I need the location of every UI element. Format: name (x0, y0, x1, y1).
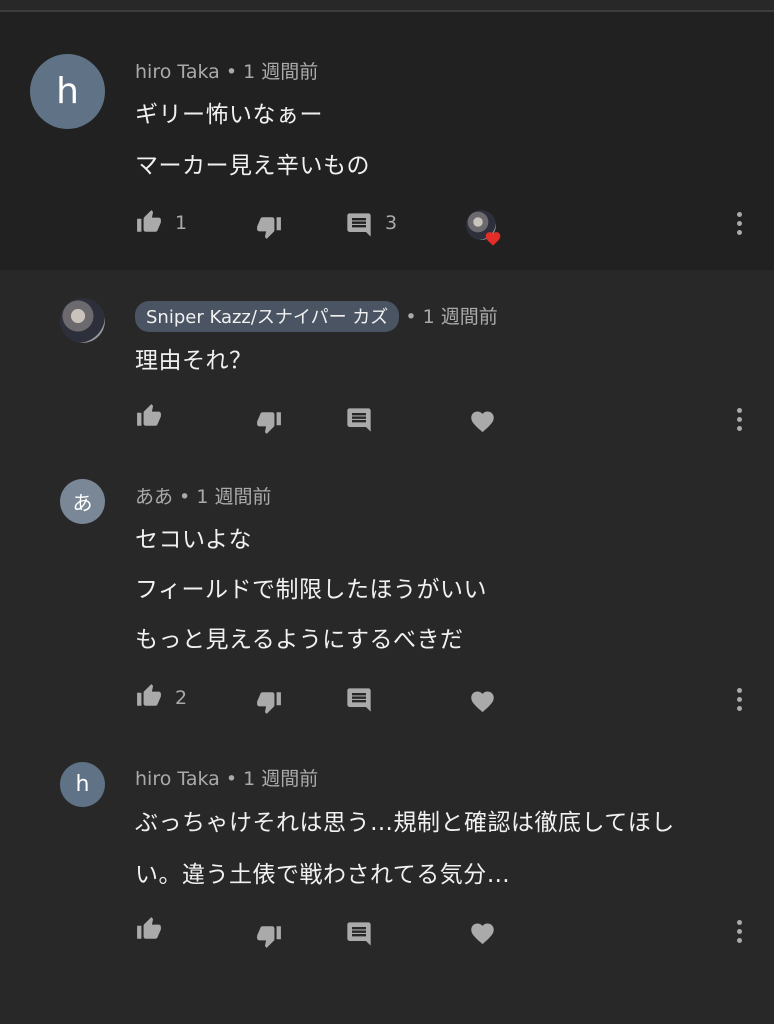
comment-icon (347, 922, 371, 946)
comment-text-line: マーカー見え辛いもの (135, 153, 370, 179)
thumbs-up-icon (137, 210, 161, 232)
heart-icon (485, 232, 501, 246)
comment-text-line: 理由それ？ (135, 348, 253, 374)
avatar[interactable]: h (60, 762, 105, 807)
author-name[interactable]: ああ (135, 486, 173, 508)
more-options-button[interactable] (735, 408, 743, 434)
timestamp[interactable]: 1 週間前 (423, 306, 498, 328)
comment-text-line: セコいよな (135, 527, 253, 553)
heart-icon (470, 411, 494, 432)
avatar[interactable]: h (30, 54, 105, 129)
heart-button[interactable] (467, 405, 497, 435)
heart-button[interactable] (467, 685, 497, 715)
reply-button[interactable] (344, 919, 374, 949)
avatar-letter: h (75, 772, 90, 797)
thumbs-down-icon (257, 217, 281, 239)
dislike-button[interactable] (254, 921, 284, 951)
separator: • (399, 306, 423, 328)
more-options-button[interactable] (735, 688, 743, 714)
comment-meta: hiro Taka • 1 週間前 (135, 764, 318, 791)
thumbs-down-icon (257, 692, 281, 714)
reply-button[interactable] (344, 210, 374, 240)
comment-text-line: ギリー怖いなぁー (135, 102, 323, 128)
timestamp[interactable]: 1 週間前 (196, 486, 271, 508)
dislike-button[interactable] (254, 687, 284, 717)
comment-meta: Sniper Kazz/スナイパー カズ • 1 週間前 (135, 301, 498, 332)
comment-meta: hiro Taka • 1 週間前 (135, 57, 318, 84)
like-button[interactable] (134, 914, 164, 944)
separator: • (173, 486, 197, 508)
reply-button[interactable] (344, 685, 374, 715)
avatar[interactable] (60, 298, 105, 343)
thumbs-up-icon (137, 684, 161, 706)
thumbs-down-icon (257, 412, 281, 434)
author-name[interactable]: hiro Taka (135, 61, 220, 83)
comment-text-line: ぶっちゃけそれは思う…規制と確認は徹底してほし (135, 810, 675, 836)
reply-button[interactable] (344, 405, 374, 435)
separator: • (219, 768, 244, 790)
thumbs-up-icon (137, 917, 161, 939)
avatar-letter: h (56, 71, 79, 112)
dislike-button[interactable] (254, 407, 284, 437)
like-button[interactable] (134, 207, 164, 237)
comment-text-line: い。違う土俵で戦わされてる気分… (135, 862, 511, 888)
comment-meta: ああ • 1 週間前 (135, 482, 271, 509)
like-button[interactable] (134, 401, 164, 431)
like-count: 1 (175, 212, 188, 234)
comment-icon (347, 688, 371, 712)
top-divider (0, 0, 774, 12)
author-name[interactable]: hiro Taka (135, 768, 220, 790)
avatar[interactable]: あ (60, 479, 105, 524)
heart-icon (470, 691, 494, 712)
reply-count: 3 (385, 212, 398, 234)
heart-button[interactable] (467, 917, 497, 947)
dislike-button[interactable] (254, 212, 284, 242)
channel-owner-badge[interactable]: Sniper Kazz/スナイパー カズ (135, 301, 400, 332)
comment-text-line: フィールドで制限したほうがいい (135, 577, 488, 603)
thumbs-up-icon (137, 404, 161, 426)
separator: • (219, 61, 244, 83)
comment-icon (347, 408, 371, 432)
like-button[interactable] (134, 681, 164, 711)
timestamp[interactable]: 1 週間前 (243, 61, 318, 83)
comment-icon (347, 213, 371, 237)
thumbs-down-icon (257, 926, 281, 948)
like-count: 2 (175, 687, 188, 709)
more-options-button[interactable] (735, 212, 743, 238)
more-options-button[interactable] (735, 920, 743, 946)
avatar-letter: あ (72, 491, 93, 515)
heart-icon (470, 923, 494, 944)
timestamp[interactable]: 1 週間前 (243, 768, 318, 790)
comment-text-line: もっと見えるようにするべきだ (135, 627, 464, 653)
